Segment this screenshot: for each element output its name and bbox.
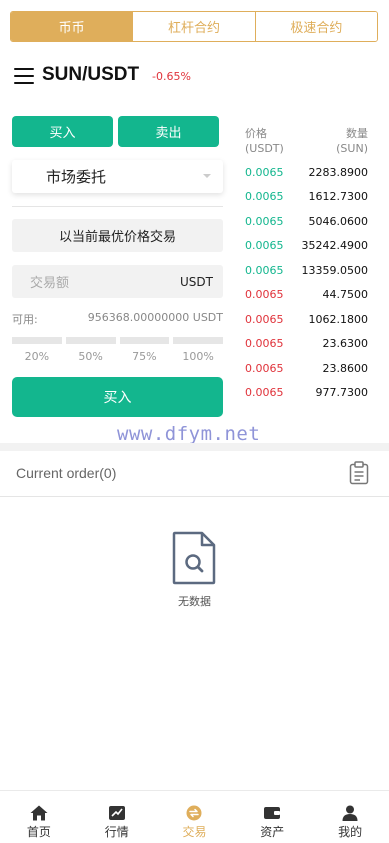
order-book-row[interactable]: 0.0065 23.6300 bbox=[245, 332, 368, 357]
amount-placeholder: 交易额 bbox=[30, 276, 70, 291]
nav-label: 首页 bbox=[26, 825, 51, 839]
percent-label[interactable]: 75% bbox=[120, 350, 170, 363]
order-book-rows: 0.0065 2283.8900 0.0065 1612.7300 0.0065 5046… bbox=[245, 160, 368, 405]
percent-label[interactable]: 20% bbox=[12, 350, 62, 363]
order-book-qty: 13359.0500 bbox=[301, 263, 368, 277]
exchange-icon bbox=[186, 805, 202, 821]
chart-icon bbox=[108, 806, 125, 820]
pair-title[interactable]: SUN/USDT bbox=[42, 64, 139, 86]
order-type-select[interactable]: 市场委托 bbox=[12, 160, 223, 193]
nav-label: 资产 bbox=[260, 825, 285, 839]
section-divider bbox=[0, 443, 389, 451]
best-price-field: 以当前最优价格交易 bbox=[12, 219, 223, 252]
order-book-row[interactable]: 0.0065 1612.7300 bbox=[245, 185, 368, 210]
tab-fast-contract[interactable]: 极速合约 bbox=[254, 12, 377, 41]
watermark: www.dfym.net bbox=[117, 423, 261, 445]
available-label: 可用: bbox=[12, 313, 38, 326]
order-book-row[interactable]: 0.0065 23.8600 bbox=[245, 356, 368, 381]
nav-profile[interactable]: 我的 bbox=[311, 791, 389, 843]
nav-trade[interactable]: 交易 bbox=[156, 791, 234, 843]
order-book-row[interactable]: 0.0065 2283.8900 bbox=[245, 160, 368, 185]
order-book-price: 0.0065 bbox=[245, 165, 284, 179]
divider bbox=[12, 206, 223, 207]
price-header: 价格 bbox=[245, 127, 267, 140]
order-book-qty: 1612.7300 bbox=[308, 190, 369, 204]
menu-icon[interactable] bbox=[14, 68, 34, 85]
order-book-qty: 35242.4900 bbox=[301, 239, 368, 253]
order-book-qty: 2283.8900 bbox=[308, 165, 369, 179]
sell-tab[interactable]: 卖出 bbox=[118, 116, 219, 147]
percent-bar-100[interactable] bbox=[173, 337, 223, 344]
order-book-price: 0.0065 bbox=[245, 263, 284, 277]
amount-unit: USDT bbox=[180, 274, 213, 289]
current-orders-header: Current order(0) bbox=[0, 451, 389, 497]
order-book-qty: 23.8600 bbox=[322, 361, 369, 375]
percent-bar-50[interactable] bbox=[65, 337, 116, 344]
order-book-row[interactable]: 0.0065 35242.4900 bbox=[245, 234, 368, 259]
clipboard-icon[interactable] bbox=[349, 461, 369, 485]
percent-slider[interactable] bbox=[12, 337, 223, 344]
available-balance: 可用: 956368.00000000 USDT bbox=[12, 311, 223, 327]
wallet-icon bbox=[264, 807, 281, 819]
tab-spot[interactable]: 币币 bbox=[11, 12, 133, 41]
buy-tab[interactable]: 买入 bbox=[12, 116, 113, 147]
tab-leverage-contract[interactable]: 杠杆合约 bbox=[132, 12, 255, 41]
percent-bar-75[interactable] bbox=[119, 337, 170, 344]
percent-labels: 20% 50% 75% 100% bbox=[12, 350, 223, 363]
empty-search-file-icon bbox=[172, 531, 216, 585]
order-book-price: 0.0065 bbox=[245, 190, 284, 204]
percent-label[interactable]: 100% bbox=[173, 350, 223, 363]
order-book-row[interactable]: 0.0065 1062.1800 bbox=[245, 307, 368, 332]
order-book-price: 0.0065 bbox=[245, 361, 284, 375]
order-type-label: 市场委托 bbox=[46, 168, 107, 186]
order-book-price: 0.0065 bbox=[245, 337, 284, 351]
current-orders-title: Current order(0) bbox=[16, 465, 117, 481]
nav-label: 交易 bbox=[182, 825, 207, 839]
order-book-price: 0.0065 bbox=[245, 239, 284, 253]
empty-state-text: 无数据 bbox=[178, 595, 211, 608]
pair-change: -0.65% bbox=[152, 70, 191, 83]
user-icon bbox=[342, 805, 358, 821]
order-book-qty: 44.7500 bbox=[322, 288, 369, 302]
nav-label: 我的 bbox=[338, 825, 363, 839]
qty-header: 数量 bbox=[346, 127, 368, 140]
bottom-nav: 首页 行情 交易 资产 我的 bbox=[0, 790, 389, 843]
amount-input[interactable]: 交易额 USDT bbox=[12, 265, 223, 298]
available-value: 956368.00000000 USDT bbox=[87, 311, 223, 324]
order-book-row[interactable]: 0.0065 977.7300 bbox=[245, 381, 368, 406]
buy-submit-button[interactable]: 买入 bbox=[12, 377, 223, 417]
order-book-row[interactable]: 0.0065 5046.0600 bbox=[245, 209, 368, 234]
market-type-tabs: 币币 杠杆合约 极速合约 bbox=[10, 11, 378, 42]
home-icon bbox=[30, 805, 48, 821]
nav-assets[interactable]: 资产 bbox=[233, 791, 311, 843]
order-book-price: 0.0065 bbox=[245, 288, 284, 302]
order-book-qty: 1062.1800 bbox=[308, 312, 369, 326]
order-book-price: 0.0065 bbox=[245, 386, 284, 400]
order-book-row[interactable]: 0.0065 13359.0500 bbox=[245, 258, 368, 283]
order-book-price: 0.0065 bbox=[245, 214, 284, 228]
qty-header-unit: (SUN) bbox=[336, 142, 368, 155]
order-book-qty: 23.6300 bbox=[322, 337, 369, 351]
percent-bar-20[interactable] bbox=[12, 337, 62, 344]
order-book-qty: 977.7300 bbox=[315, 386, 369, 400]
order-book-qty: 5046.0600 bbox=[308, 214, 369, 228]
nav-label: 行情 bbox=[104, 825, 129, 839]
price-header-unit: (USDT) bbox=[245, 142, 284, 155]
chevron-down-icon bbox=[203, 174, 211, 178]
order-book-price: 0.0065 bbox=[245, 312, 284, 326]
percent-label[interactable]: 50% bbox=[66, 350, 116, 363]
order-book-row[interactable]: 0.0065 44.7500 bbox=[245, 283, 368, 308]
nav-market[interactable]: 行情 bbox=[78, 791, 156, 843]
nav-home[interactable]: 首页 bbox=[0, 791, 78, 843]
